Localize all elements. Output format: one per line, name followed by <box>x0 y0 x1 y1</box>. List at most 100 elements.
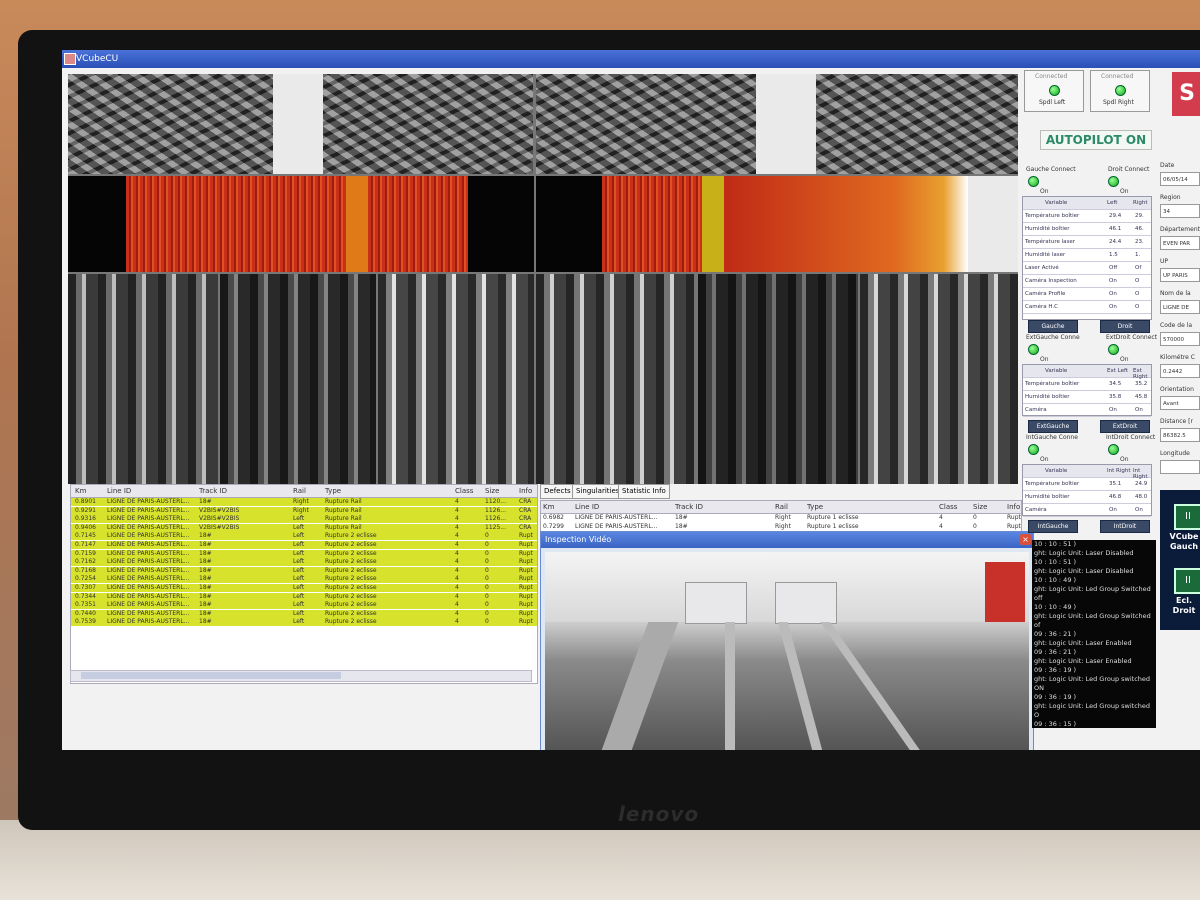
table-cell: 18# <box>675 522 688 530</box>
column-header[interactable]: Track ID <box>199 487 227 495</box>
table-row[interactable]: 0.8901 LIGNE DE PARIS-AUSTERL... 18# Right R… <box>71 498 537 506</box>
int-droit-button[interactable]: IntDroit <box>1100 520 1150 533</box>
defects-table[interactable]: Km Line ID Track ID Rail Type Class Size Info 0… <box>540 500 1022 534</box>
variable-column-header: Variable <box>1045 468 1068 474</box>
defect-list-table[interactable]: Km Line ID Track ID Rail Type Class Size Info 0… <box>70 484 538 684</box>
info-field-value[interactable]: 34 <box>1160 204 1200 218</box>
scroll-thumb[interactable] <box>81 672 341 679</box>
info-field-value[interactable]: 86382.5 <box>1160 428 1200 442</box>
table-row[interactable]: 0.7147 LIGNE DE PARIS-AUSTERL... 18# Left Ru… <box>71 541 537 549</box>
table-cell: Left <box>293 618 305 626</box>
info-field-value[interactable] <box>1160 460 1200 474</box>
variable-cell: Laser Activé <box>1025 265 1059 271</box>
table-row[interactable]: 0.9316 LIGNE DE PARIS-AUSTERL... V2BIS#V2B… <box>71 515 537 524</box>
info-field-label: Nom de la <box>1160 290 1191 297</box>
int-gauche-button[interactable]: IntGauche <box>1028 520 1078 533</box>
table-row[interactable]: 0.7162 LIGNE DE PARIS-AUSTERL... 18# Left Ru… <box>71 558 537 567</box>
info-field-value[interactable]: LIGNE DE <box>1160 300 1200 314</box>
column-header[interactable]: Size <box>485 487 499 495</box>
ext-droit-button[interactable]: ExtDroit <box>1100 420 1150 433</box>
rail-view-2[interactable] <box>220 274 376 484</box>
gauche-button[interactable]: Gauche <box>1028 320 1078 333</box>
tab-singularities[interactable]: Singularities <box>572 484 624 499</box>
droit-label: Droit <box>1172 606 1196 615</box>
table-cell: 18# <box>199 618 212 626</box>
column-header[interactable]: Info <box>519 487 532 495</box>
column-header[interactable]: Type <box>807 503 823 511</box>
column-header[interactable]: Line ID <box>575 503 599 511</box>
table-row[interactable]: 0.7539 LIGNE DE PARIS-AUSTERL... 18# Left Ru… <box>71 618 537 627</box>
droit-button[interactable]: Droit <box>1100 320 1150 333</box>
table-row[interactable]: 0.9406 LIGNE DE PARIS-AUSTERL... V2BIS#V2B… <box>71 523 537 532</box>
table-row[interactable]: 0.7254 LIGNE DE PARIS-AUSTERL... 18# Left Ru… <box>71 575 537 584</box>
ext-gauche-button[interactable]: ExtGauche <box>1028 420 1078 433</box>
table-cell: Rupture Rail <box>325 523 362 531</box>
column-header[interactable]: Class <box>939 503 957 511</box>
info-field-value[interactable]: Avant <box>1160 396 1200 410</box>
column-header[interactable]: Rail <box>293 487 306 495</box>
profile-heatmap-right-1[interactable] <box>602 176 702 272</box>
video-titlebar[interactable]: Inspection Vidéo × <box>541 532 1033 548</box>
table-row[interactable]: 0.7351 LIGNE DE PARIS-AUSTERL... 18# Left Ru… <box>71 601 537 610</box>
tab-statistic-info[interactable]: Statistic Info <box>618 484 670 499</box>
int-droit-connect-label: IntDroit Connect <box>1106 434 1156 441</box>
column-header[interactable]: Track ID <box>675 503 703 511</box>
table-cell: LIGNE DE PARIS-AUSTERL... <box>107 592 190 600</box>
table-row[interactable]: 0.6982 LIGNE DE PARIS-AUSTERL... 18# Right R… <box>541 514 1021 522</box>
info-field-value[interactable]: EVEN PAR <box>1160 236 1200 250</box>
table-cell: Rupture 1 eclisse <box>807 522 859 530</box>
rail-view-1[interactable] <box>68 274 218 484</box>
column-header[interactable]: Km <box>75 487 86 495</box>
table-cell: 4 <box>455 541 459 548</box>
column-header[interactable]: Class <box>455 487 473 495</box>
info-field-label: Code de la <box>1160 322 1193 329</box>
tab-defects[interactable]: Defects <box>540 484 575 499</box>
variable-cell: Humidité laser <box>1025 252 1066 258</box>
monitor-brand: lenovo <box>618 802 700 826</box>
variable-cell: On <box>1109 507 1117 513</box>
column-header[interactable]: Size <box>973 503 987 511</box>
table-row[interactable]: 0.7344 LIGNE DE PARIS-AUSTERL... 18# Left Ru… <box>71 592 537 601</box>
horizontal-scrollbar[interactable] <box>70 670 532 682</box>
info-field-value[interactable]: 0.2442 <box>1160 364 1200 378</box>
variable-cell: Caméra <box>1025 507 1047 513</box>
camera-view-wall-left-2[interactable] <box>323 74 533 174</box>
profile-heatmap-left-1[interactable] <box>126 176 346 272</box>
table-row[interactable]: 0.7159 LIGNE DE PARIS-AUSTERL... 18# Left Ru… <box>71 549 537 558</box>
column-header[interactable]: Rail <box>775 503 788 511</box>
column-header[interactable]: Km <box>543 503 554 511</box>
table-row[interactable]: 0.7145 LIGNE DE PARIS-AUSTERL... 18# Left Ru… <box>71 532 537 541</box>
pause-gauche-button[interactable]: II <box>1174 504 1200 530</box>
camera-view-wall-left-1[interactable] <box>68 74 273 174</box>
video-rail-3 <box>777 622 823 750</box>
event-log[interactable]: 10 : 10 : 51 ) ght: Logic Unit: Laser Dis… <box>1032 540 1156 728</box>
rail-view-3[interactable] <box>378 274 534 484</box>
rail-view-6[interactable] <box>860 274 1018 484</box>
column-header[interactable]: Info <box>1007 503 1020 511</box>
profile-heatmap-right-2[interactable] <box>724 176 968 272</box>
variable-row: Caméra On On <box>1023 404 1151 417</box>
rail-view-4[interactable] <box>536 274 696 484</box>
rail-view-5[interactable] <box>698 274 858 484</box>
inspection-video-window[interactable]: Inspection Vidéo × <box>540 531 1034 750</box>
info-field-value[interactable]: 570000 <box>1160 332 1200 346</box>
window-titlebar[interactable]: VCubeCU <box>62 50 1200 68</box>
column-header[interactable]: Line ID <box>107 487 131 495</box>
column-header[interactable]: Type <box>325 487 341 495</box>
info-field-value[interactable]: UP PARIS <box>1160 268 1200 282</box>
table-row[interactable]: 0.7299 LIGNE DE PARIS-AUSTERL... 18# Right R… <box>541 523 1021 531</box>
pause-droit-button[interactable]: II <box>1174 568 1200 594</box>
camera-view-wall-right-1[interactable] <box>536 74 756 174</box>
camera-view-wall-right-2[interactable] <box>816 74 1018 174</box>
table-cell: 0 <box>485 584 489 591</box>
table-cell: Left <box>293 515 305 523</box>
table-row[interactable]: 0.7440 LIGNE DE PARIS-AUSTERL... 18# Left Ru… <box>71 609 537 618</box>
info-field-value[interactable]: 06/05/14 <box>1160 172 1200 186</box>
profile-heatmap-left-2[interactable] <box>368 176 468 272</box>
table-cell: 0.7351 <box>75 601 96 609</box>
table-row[interactable]: 0.7168 LIGNE DE PARIS-AUSTERL... 18# Left Ru… <box>71 566 537 575</box>
on-label-int-droit: On <box>1120 456 1129 463</box>
connected-label: Connected <box>1101 73 1134 80</box>
table-row[interactable]: 0.7307 LIGNE DE PARIS-AUSTERL... 18# Left Ru… <box>71 584 537 592</box>
table-row[interactable]: 0.9291 LIGNE DE PARIS-AUSTERL... V2BIS#V2B… <box>71 506 537 515</box>
